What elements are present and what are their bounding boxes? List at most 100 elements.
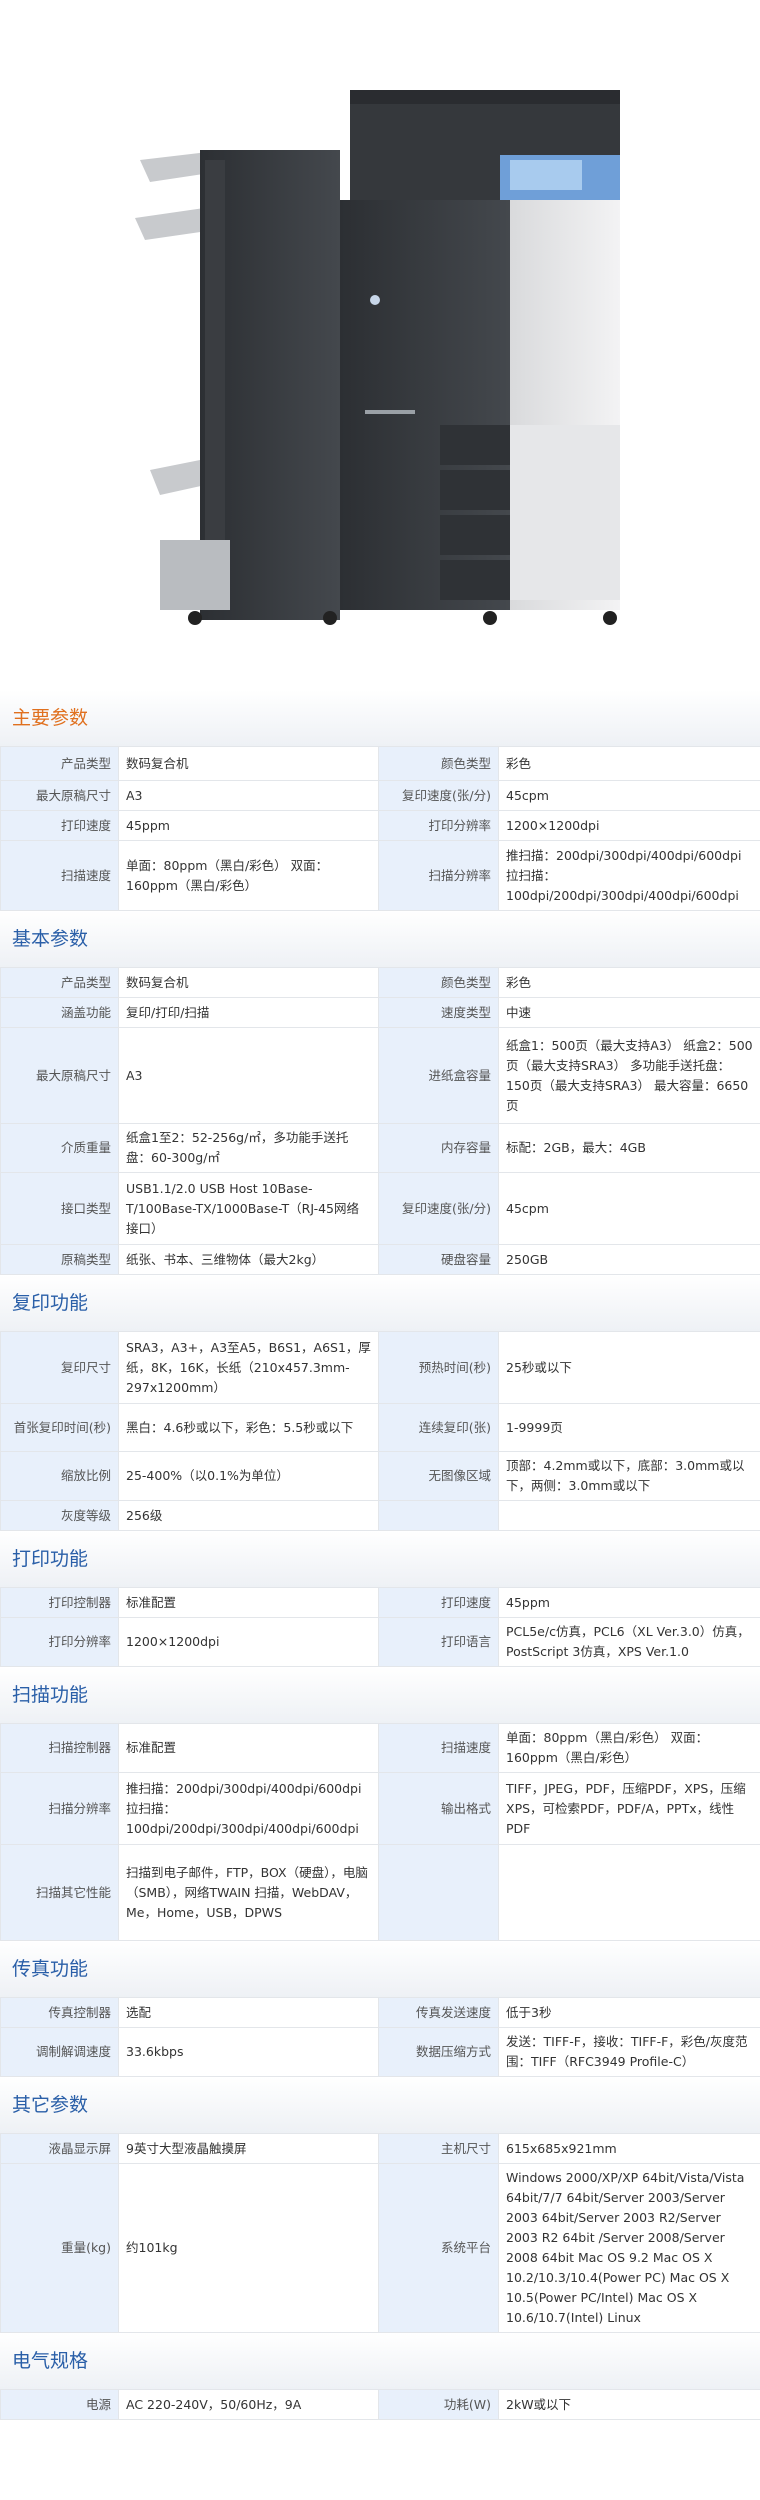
spec-value: 615x685x921mm xyxy=(498,2133,760,2164)
spec-value: 45cpm xyxy=(498,1172,760,1245)
spec-value: 低于3秒 xyxy=(498,1997,760,2028)
spec-label: 产品类型 xyxy=(0,967,119,998)
spec-value xyxy=(498,1500,760,1531)
spec-value: 数码复合机 xyxy=(118,967,379,998)
spec-label: 传真控制器 xyxy=(0,1997,119,2028)
spec-label: 速度类型 xyxy=(378,997,499,1028)
section-title: 基本参数 xyxy=(0,911,760,967)
spec-value: 2kW或以下 xyxy=(498,2389,760,2420)
spec-value: 1200×1200dpi xyxy=(118,1617,379,1667)
spec-value: 45ppm xyxy=(118,810,379,841)
spec-value: A3 xyxy=(118,780,379,811)
table-row: 首张复印时间(秒) 黑白：4.6秒或以下，彩色：5.5秒或以下 连续复印(张) 1-9… xyxy=(0,1403,760,1452)
spec-value: SRA3，A3+，A3至A5，B6S1，A6S1，厚纸，8K，16K，长纸（21… xyxy=(118,1331,379,1404)
spec-label: 无图像区域 xyxy=(378,1451,499,1501)
spec-table: 产品类型 数码复合机 颜色类型 彩色 最大原稿尺寸 A3 复印速度(张/分) 45cpm 打印速… xyxy=(0,746,760,911)
spec-value: 25秒或以下 xyxy=(498,1331,760,1404)
spec-value: Windows 2000/XP/XP 64bit/Vista/Vista 64b… xyxy=(498,2163,760,2333)
spec-value: 9英寸大型液晶触摸屏 xyxy=(118,2133,379,2164)
spec-value: 1200×1200dpi xyxy=(498,810,760,841)
spec-value: 标配：2GB，最大：4GB xyxy=(498,1123,760,1173)
spec-value: 推扫描：200dpi/300dpi/400dpi/600dpi 拉扫描：100d… xyxy=(118,1772,379,1845)
spec-label: 扫描控制器 xyxy=(0,1723,119,1773)
spec-label: 打印速度 xyxy=(0,810,119,841)
spec-label: 打印速度 xyxy=(378,1587,499,1618)
table-row: 涵盖功能 复印/打印/扫描 速度类型 中速 xyxy=(0,997,760,1028)
table-row: 原稿类型 纸张、书本、三维物体（最大2kg） 硬盘容量 250GB xyxy=(0,1244,760,1275)
table-row: 重量(kg) 约101kg 系统平台 Windows 2000/XP/XP 64bit… xyxy=(0,2163,760,2333)
spec-label: 打印控制器 xyxy=(0,1587,119,1618)
table-row: 打印控制器 标准配置 打印速度 45ppm xyxy=(0,1587,760,1618)
spec-label: 硬盘容量 xyxy=(378,1244,499,1275)
spec-label: 进纸盒容量 xyxy=(378,1027,499,1124)
table-row: 产品类型 数码复合机 颜色类型 彩色 xyxy=(0,967,760,998)
section-title: 复印功能 xyxy=(0,1275,760,1331)
table-row: 打印速度 45ppm 打印分辨率 1200×1200dpi xyxy=(0,810,760,841)
spec-table: 扫描控制器 标准配置 扫描速度 单面：80ppm（黑白/彩色） 双面：160ppm（黑… xyxy=(0,1723,760,1941)
spec-label: 产品类型 xyxy=(0,746,119,781)
table-row: 灰度等级 256级 xyxy=(0,1500,760,1531)
spec-label: 数据压缩方式 xyxy=(378,2027,499,2077)
spec-label: 接口类型 xyxy=(0,1172,119,1245)
spec-value: 45cpm xyxy=(498,780,760,811)
spec-label: 内存容量 xyxy=(378,1123,499,1173)
spec-value: 推扫描：200dpi/300dpi/400dpi/600dpi 拉扫描：100d… xyxy=(498,840,760,911)
spec-label: 扫描其它性能 xyxy=(0,1844,119,1941)
spec-label: 扫描速度 xyxy=(378,1723,499,1773)
spec-table: 传真控制器 选配 传真发送速度 低于3秒 调制解调速度 33.6kbps 数据压缩方式 发送：… xyxy=(0,1997,760,2077)
table-row: 扫描控制器 标准配置 扫描速度 单面：80ppm（黑白/彩色） 双面：160ppm（黑… xyxy=(0,1723,760,1773)
spec-label: 预热时间(秒) xyxy=(378,1331,499,1404)
table-row: 最大原稿尺寸 A3 复印速度(张/分) 45cpm xyxy=(0,780,760,811)
table-row: 电源 AC 220-240V，50/60Hz，9A 功耗(W) 2kW或以下 xyxy=(0,2389,760,2420)
table-row: 缩放比例 25-400%（以0.1%为单位） 无图像区域 顶部：4.2mm或以下，底部… xyxy=(0,1451,760,1501)
spec-label: 扫描分辨率 xyxy=(378,840,499,911)
spec-value: 彩色 xyxy=(498,746,760,781)
spec-label: 液晶显示屏 xyxy=(0,2133,119,2164)
spec-label: 最大原稿尺寸 xyxy=(0,1027,119,1124)
spec-label: 原稿类型 xyxy=(0,1244,119,1275)
spec-table: 液晶显示屏 9英寸大型液晶触摸屏 主机尺寸 615x685x921mm 重量(kg) 约1… xyxy=(0,2133,760,2333)
spec-value: 纸张、书本、三维物体（最大2kg） xyxy=(118,1244,379,1275)
spec-table: 产品类型 数码复合机 颜色类型 彩色 涵盖功能 复印/打印/扫描 速度类型 中速 最大原稿尺寸 A… xyxy=(0,967,760,1275)
spec-value xyxy=(498,1844,760,1941)
spec-label: 传真发送速度 xyxy=(378,1997,499,2028)
section-title: 电气规格 xyxy=(0,2333,760,2389)
spec-label: 主机尺寸 xyxy=(378,2133,499,2164)
spec-value: AC 220-240V，50/60Hz，9A xyxy=(118,2389,379,2420)
section-title: 扫描功能 xyxy=(0,1667,760,1723)
spec-value: A3 xyxy=(118,1027,379,1124)
spec-value: 标准配置 xyxy=(118,1723,379,1773)
spec-table: 复印尺寸 SRA3，A3+，A3至A5，B6S1，A6S1，厚纸，8K，16K，长… xyxy=(0,1331,760,1531)
spec-value: 黑白：4.6秒或以下，彩色：5.5秒或以下 xyxy=(118,1403,379,1452)
spec-label: 复印速度(张/分) xyxy=(378,780,499,811)
spec-label: 复印尺寸 xyxy=(0,1331,119,1404)
spec-label: 缩放比例 xyxy=(0,1451,119,1501)
spec-value: 标准配置 xyxy=(118,1587,379,1618)
spec-value: PCL5e/c仿真，PCL6（XL Ver.3.0）仿真，PostScript … xyxy=(498,1617,760,1667)
spec-value: 约101kg xyxy=(118,2163,379,2333)
table-row: 扫描分辨率 推扫描：200dpi/300dpi/400dpi/600dpi 拉扫描… xyxy=(0,1772,760,1845)
spec-value: 45ppm xyxy=(498,1587,760,1618)
spec-sections: 主要参数 产品类型 数码复合机 颜色类型 彩色 最大原稿尺寸 A3 复印速度(张/分) 45cp… xyxy=(0,690,760,2420)
table-row: 扫描速度 单面：80ppm（黑白/彩色） 双面：160ppm（黑白/彩色） 扫描分辨… xyxy=(0,840,760,911)
copier-illustration xyxy=(135,90,620,625)
spec-value: 单面：80ppm（黑白/彩色） 双面：160ppm（黑白/彩色） xyxy=(118,840,379,911)
section-title: 打印功能 xyxy=(0,1531,760,1587)
spec-value: 1-9999页 xyxy=(498,1403,760,1452)
spec-label: 颜色类型 xyxy=(378,746,499,781)
spec-value: 彩色 xyxy=(498,967,760,998)
spec-value: TIFF，JPEG，PDF，压缩PDF，XPS，压缩XPS，可检索PDF，PDF… xyxy=(498,1772,760,1845)
spec-value: 扫描到电子邮件，FTP，BOX（硬盘），电脑（SMB），网络TWAIN 扫描，W… xyxy=(118,1844,379,1941)
spec-label: 电源 xyxy=(0,2389,119,2420)
spec-label: 打印分辨率 xyxy=(378,810,499,841)
table-row: 介质重量 纸盒1至2：52-256g/㎡，多功能手送托盘：60-300g/㎡ 内存容… xyxy=(0,1123,760,1173)
table-row: 复印尺寸 SRA3，A3+，A3至A5，B6S1，A6S1，厚纸，8K，16K，长… xyxy=(0,1331,760,1404)
table-row: 打印分辨率 1200×1200dpi 打印语言 PCL5e/c仿真，PCL6（XL V… xyxy=(0,1617,760,1667)
spec-value: 33.6kbps xyxy=(118,2027,379,2077)
spec-label: 打印语言 xyxy=(378,1617,499,1667)
spec-label: 连续复印(张) xyxy=(378,1403,499,1452)
table-row: 液晶显示屏 9英寸大型液晶触摸屏 主机尺寸 615x685x921mm xyxy=(0,2133,760,2164)
spec-label: 灰度等级 xyxy=(0,1500,119,1531)
spec-label: 调制解调速度 xyxy=(0,2027,119,2077)
spec-value: 发送：TIFF-F，接收：TIFF-F，彩色/灰度范围：TIFF（RFC3949… xyxy=(498,2027,760,2077)
